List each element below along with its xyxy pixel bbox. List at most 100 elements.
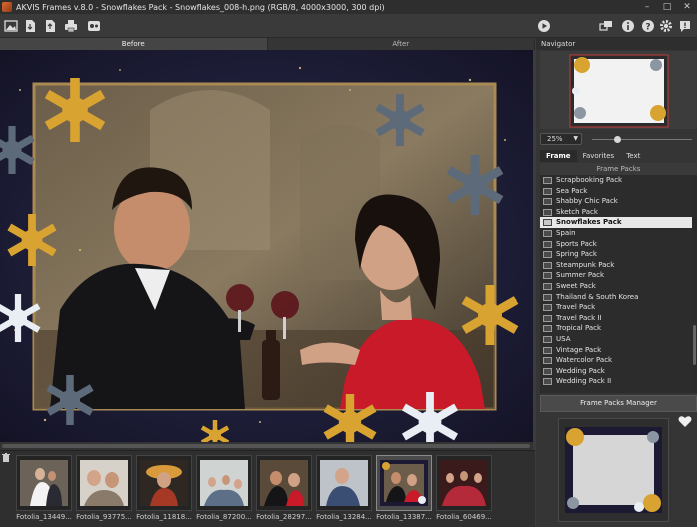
navigator-preview[interactable] <box>540 51 697 129</box>
image-icon[interactable] <box>3 18 19 34</box>
image-canvas[interactable] <box>0 50 533 442</box>
minimize-button[interactable]: – <box>637 0 657 14</box>
settings-icon[interactable] <box>658 18 674 34</box>
pack-item[interactable]: Vintage Pack <box>540 345 692 356</box>
thumbnail-label: Fotolia_28297... <box>256 513 312 521</box>
tab-before[interactable]: Before <box>0 38 268 50</box>
pack-item-label: Snowflakes Pack <box>556 218 622 227</box>
maximize-button[interactable]: □ <box>657 0 677 14</box>
pack-item[interactable]: Sea Pack <box>540 186 692 197</box>
pack-item[interactable]: Wedding Pack II <box>540 376 692 387</box>
thumbnail-image <box>20 460 68 506</box>
thumbnail-label: Fotolia_11818... <box>136 513 192 521</box>
pack-item-label: Tropical Pack <box>556 324 602 333</box>
heart-icon[interactable] <box>678 415 692 428</box>
notification-icon[interactable] <box>677 18 693 34</box>
info-icon[interactable] <box>620 18 636 34</box>
canvas-scrollbar[interactable] <box>0 442 533 450</box>
pack-item[interactable]: Travel Pack <box>540 302 692 313</box>
frame-preview[interactable] <box>558 418 669 522</box>
thumbnail-image <box>320 460 368 506</box>
open-file-icon[interactable] <box>22 18 38 34</box>
pack-item-label: Travel Pack II <box>556 313 602 322</box>
help-icon[interactable]: ? <box>640 18 656 34</box>
thumbnail[interactable] <box>316 455 372 511</box>
pack-item[interactable]: Sweet Pack <box>540 281 692 292</box>
pack-item[interactable]: Wedding Pack <box>540 366 692 377</box>
pack-item-label: Vintage Pack <box>556 345 602 354</box>
thumbnail-image <box>200 460 248 506</box>
close-button[interactable]: ✕ <box>677 0 697 14</box>
frame-pack-icon <box>543 177 552 184</box>
pack-item[interactable]: Shabby Chic Pack <box>540 196 692 207</box>
thumbnail[interactable] <box>256 455 312 511</box>
frame-pack-icon <box>543 357 552 365</box>
panel-tabs: Frame Favorites Text <box>540 150 697 162</box>
pack-item-label: Spain <box>556 229 576 237</box>
pack-item[interactable]: Sketch Pack <box>540 207 692 218</box>
pack-item-label: Watercolor Pack <box>556 356 613 365</box>
pack-list-scroll-thumb[interactable] <box>693 325 696 365</box>
window-controls: – □ ✕ <box>637 0 697 14</box>
zoom-slider-handle[interactable] <box>614 136 621 143</box>
tab-after[interactable]: After <box>267 38 535 50</box>
pack-item-label: Wedding Pack II <box>556 377 612 386</box>
pack-item-label: Scrapbooking Pack <box>556 176 623 184</box>
play-icon[interactable] <box>536 18 552 34</box>
window-title: AKVIS Frames v.8.0 - Snowflakes Pack - S… <box>16 2 385 12</box>
frame-packs-manager-button[interactable]: Frame Packs Manager <box>540 395 697 412</box>
thumbnail-selected[interactable] <box>376 455 432 511</box>
frame-pack-icon <box>543 367 552 375</box>
zoom-dropdown[interactable]: 25% ▼ <box>540 133 582 145</box>
thumbnail[interactable] <box>76 455 132 511</box>
pack-item[interactable]: Tropical Pack <box>540 323 692 334</box>
pack-item-selected[interactable]: Snowflakes Pack <box>540 217 692 228</box>
pack-item[interactable]: Summer Pack <box>540 270 692 281</box>
app-logo-icon <box>2 2 12 12</box>
pack-item[interactable]: Travel Pack II <box>540 313 692 324</box>
pack-item-label: Thailand & South Korea <box>556 292 639 301</box>
save-file-icon[interactable] <box>42 18 58 34</box>
thumbnail-image <box>80 460 128 506</box>
pack-item[interactable]: Scrapbooking Pack <box>540 175 692 186</box>
canvas-scroll-thumb[interactable] <box>2 444 530 448</box>
pack-item-label: Steampunk Pack <box>556 260 615 269</box>
batch-icon[interactable] <box>598 18 614 34</box>
frame-pack-icon <box>543 283 552 290</box>
pack-item[interactable]: Spring Pack <box>540 249 692 260</box>
thumbnail-image <box>440 460 488 506</box>
thumbnail[interactable] <box>136 455 192 511</box>
thumbnail[interactable] <box>436 455 492 511</box>
thumbnail-label: Fotolia_13449... <box>16 513 72 521</box>
frame-pack-icon <box>543 272 552 280</box>
trash-icon[interactable] <box>2 453 10 462</box>
tab-favorites[interactable]: Favorites <box>577 150 621 162</box>
tab-text[interactable]: Text <box>620 150 646 162</box>
navigator-title: Navigator <box>536 38 697 50</box>
title-bar: AKVIS Frames v.8.0 - Snowflakes Pack - S… <box>0 0 697 14</box>
filmstrip: Fotolia_13449... Fotolia_93775... Fotoli… <box>0 450 535 527</box>
pack-item-label: Summer Pack <box>556 271 605 280</box>
thumbnail-image <box>140 460 188 506</box>
thumbnail-image <box>380 460 428 506</box>
zoom-slider-track[interactable] <box>592 139 692 140</box>
pack-item[interactable]: USA <box>540 334 692 345</box>
pack-list-scrollbar[interactable] <box>692 175 697 393</box>
pack-item[interactable]: Thailand & South Korea <box>540 292 692 303</box>
thumbnail-label: Fotolia_60469... <box>436 513 492 521</box>
pack-item[interactable]: Spain <box>540 228 692 239</box>
thumbnail-label: Fotolia_93775... <box>76 513 132 521</box>
thumbnail[interactable] <box>196 455 252 511</box>
share-icon[interactable] <box>86 18 102 34</box>
pack-item[interactable]: Steampunk Pack <box>540 260 692 271</box>
svg-text:?: ? <box>645 23 650 33</box>
print-icon[interactable] <box>63 18 79 34</box>
pack-item-label: Sports Pack <box>556 239 597 248</box>
frame-pack-icon <box>543 251 552 259</box>
frame-pack-icon <box>543 261 552 269</box>
frame-pack-icon <box>543 304 552 312</box>
tab-frame[interactable]: Frame <box>540 150 577 162</box>
pack-item[interactable]: Sports Pack <box>540 239 692 250</box>
pack-item[interactable]: Watercolor Pack <box>540 355 692 366</box>
thumbnail[interactable] <box>16 455 72 511</box>
